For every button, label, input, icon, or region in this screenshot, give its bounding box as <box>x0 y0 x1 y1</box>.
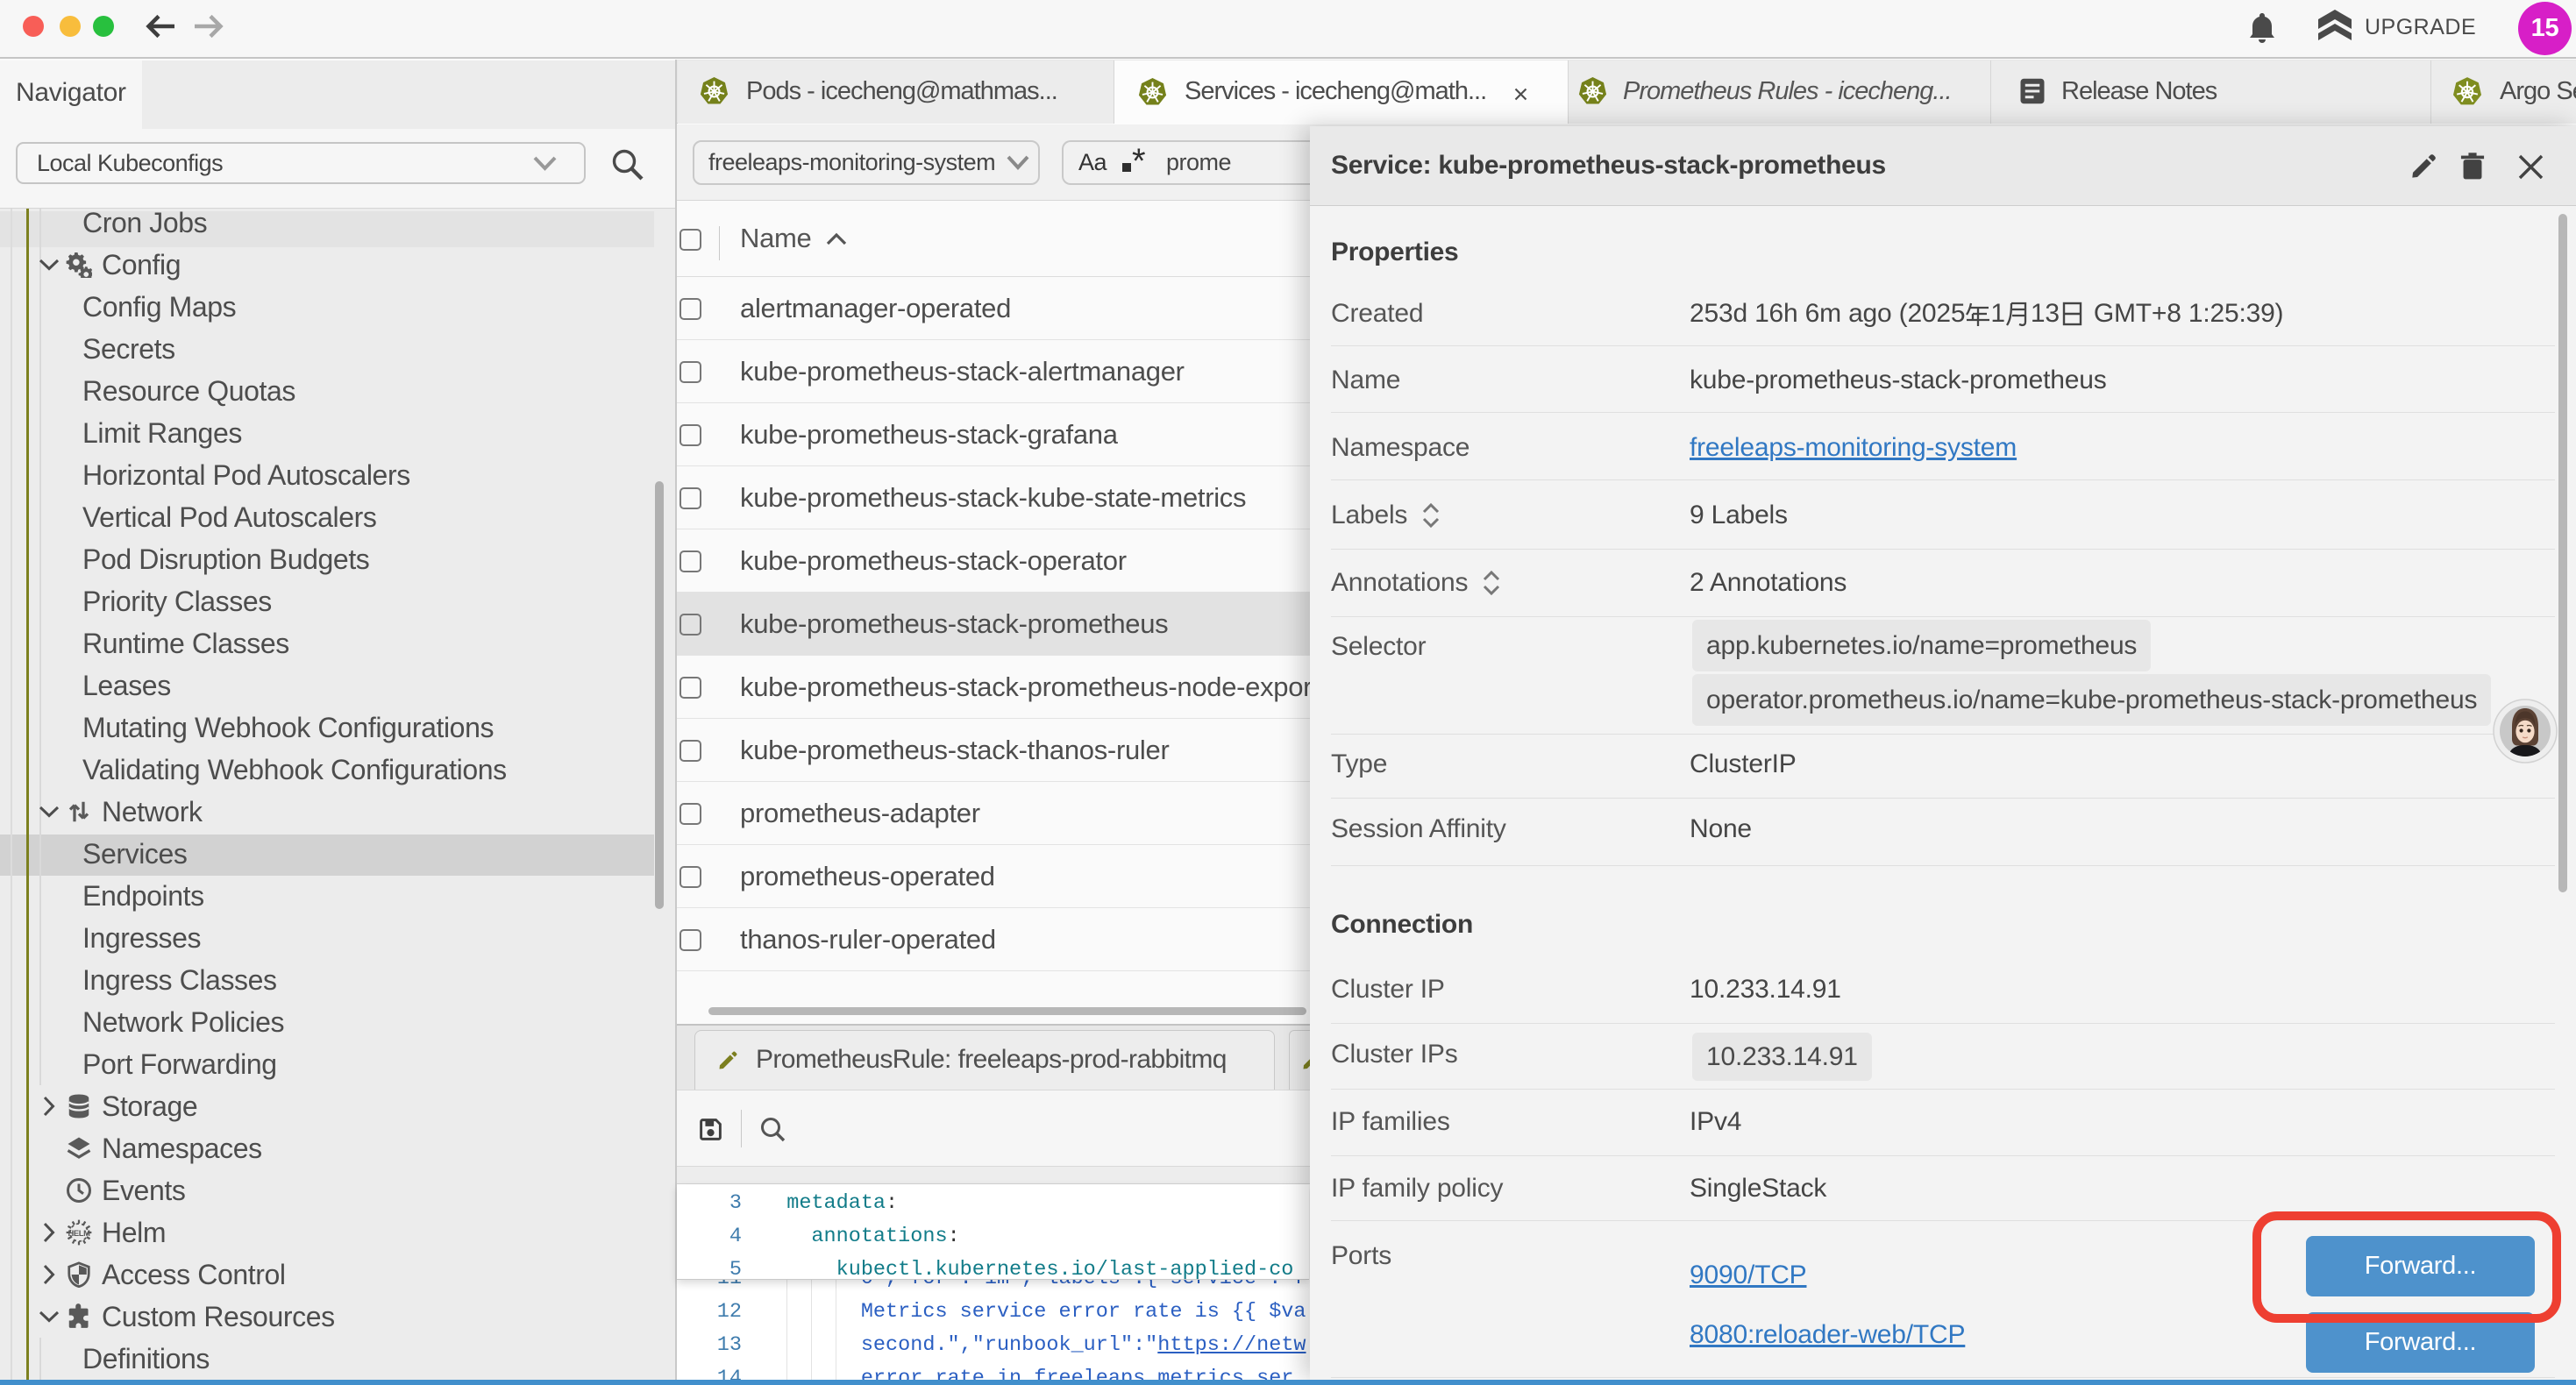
svg-text:HELM: HELM <box>68 1229 90 1238</box>
